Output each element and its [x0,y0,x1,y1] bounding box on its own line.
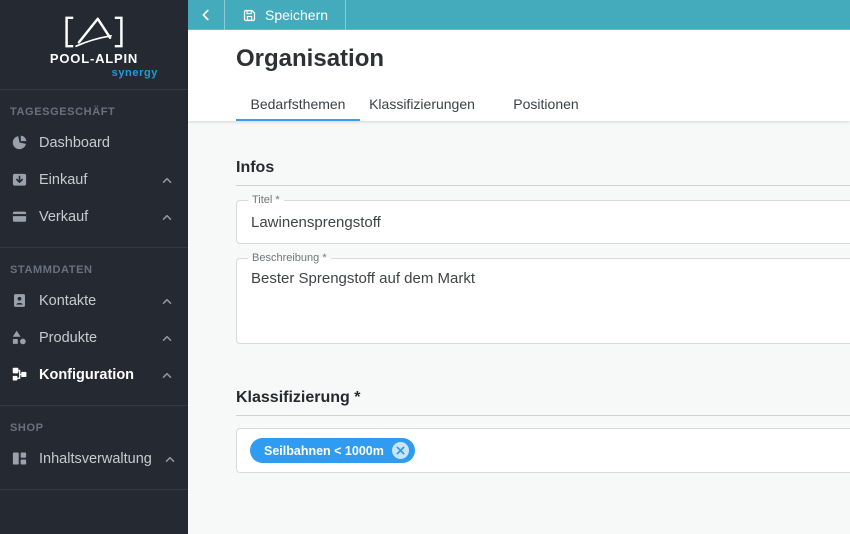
sidebar-section-tagesgeschaeft: TAGESGESCHÄFT Dashboard Einkauf Verkauf [0,90,188,248]
sidebar-item-label: Einkauf [39,171,88,188]
layout-dashboard-icon [10,450,28,468]
chevron-up-icon [160,331,174,345]
sidebar-section-label: SHOP [10,422,44,434]
section-divider [236,185,850,186]
dashboard-pie-icon [10,134,28,152]
logo-sub: synergy [111,66,158,79]
section-divider [236,415,850,416]
sidebar-section-label: STAMMDATEN [10,264,93,276]
mountain-brackets-logo-icon [65,16,123,47]
sidebar-item-dashboard[interactable]: Dashboard [0,124,188,161]
sidebar-section-stammdaten: STAMMDATEN Kontakte Produkte Konfigurati… [0,248,188,406]
sidebar-item-label: Produkte [39,329,98,346]
floppy-disk-icon [243,9,256,21]
chevron-up-icon [163,452,177,466]
tab-positionen[interactable]: Positionen [484,89,608,121]
sidebar-item-label: Kontakte [39,292,97,309]
titel-input[interactable] [251,213,839,231]
schema-icon [10,366,28,384]
klassifizierung-heading: Klassifizierung * [236,389,361,406]
sidebar-item-label: Verkauf [39,208,89,225]
beschreibung-textarea[interactable]: Bester Sprengstoff auf dem Markt [251,270,839,332]
logo: POOL-ALPIN synergy [0,0,188,90]
klassifizierung-chip-container[interactable]: Seilbahnen < 1000m [236,428,850,473]
titel-field-label: Titel * [248,193,284,208]
action-toolbar: Speichern [188,0,850,30]
titel-field: Titel * [236,193,850,244]
form-content: Infos Titel * Beschreibung * Bester Spre… [188,121,850,534]
save-button[interactable]: Speichern [225,0,347,30]
infos-heading: Infos [236,159,275,176]
sidebar-item-label: Dashboard [39,134,110,151]
beschreibung-field-label: Beschreibung * [248,251,331,266]
sidebar-item-konfiguration[interactable]: Konfiguration [0,356,188,393]
sidebar-item-inhaltsverwaltung[interactable]: Inhaltsverwaltung [0,440,188,477]
shapes-icon [10,329,28,347]
sidebar-empty-area [0,490,188,534]
app-window: POOL-ALPIN synergy TAGESGESCHÄFT Dashboa… [0,0,850,534]
credit-card-icon [10,208,28,226]
back-button[interactable] [188,0,225,30]
tab-bedarfsthemen[interactable]: Bedarfsthemen [236,89,360,121]
chevron-up-icon [160,210,174,224]
sidebar-section-shop: SHOP Inhaltsverwaltung [0,406,188,490]
classification-chip-label: Seilbahnen < 1000m [264,443,384,458]
sidebar-item-verkauf[interactable]: Verkauf [0,198,188,235]
main-area: Speichern Organisation Bedarfsthemen Kla… [188,0,850,534]
chevron-left-icon [202,9,209,21]
tab-bar: Bedarfsthemen Klassifizierungen Position… [236,89,850,121]
chevron-up-icon [160,294,174,308]
sidebar-item-produkte[interactable]: Produkte [0,319,188,356]
contact-badge-icon [10,292,28,310]
tab-klassifizierungen[interactable]: Klassifizierungen [360,89,484,121]
sidebar: POOL-ALPIN synergy TAGESGESCHÄFT Dashboa… [0,0,188,534]
sidebar-item-kontakte[interactable]: Kontakte [0,282,188,319]
chevron-up-icon [160,173,174,187]
purchase-inbox-icon [10,171,28,189]
save-button-label: Speichern [265,7,329,23]
sidebar-item-label: Inhaltsverwaltung [39,450,152,467]
classification-chip: Seilbahnen < 1000m [250,438,415,463]
page-header: Organisation Bedarfsthemen Klassifizieru… [188,30,850,121]
close-icon [396,446,405,455]
sidebar-item-label: Konfiguration [39,366,135,383]
chip-remove-button[interactable] [391,442,409,459]
sidebar-section-label: TAGESGESCHÄFT [10,106,116,118]
chevron-up-icon [160,368,174,382]
page-title: Organisation [236,45,385,72]
sidebar-item-einkauf[interactable]: Einkauf [0,161,188,198]
logo-brand: POOL-ALPIN [49,50,139,66]
beschreibung-field: Beschreibung * Bester Sprengstoff auf de… [236,251,850,344]
